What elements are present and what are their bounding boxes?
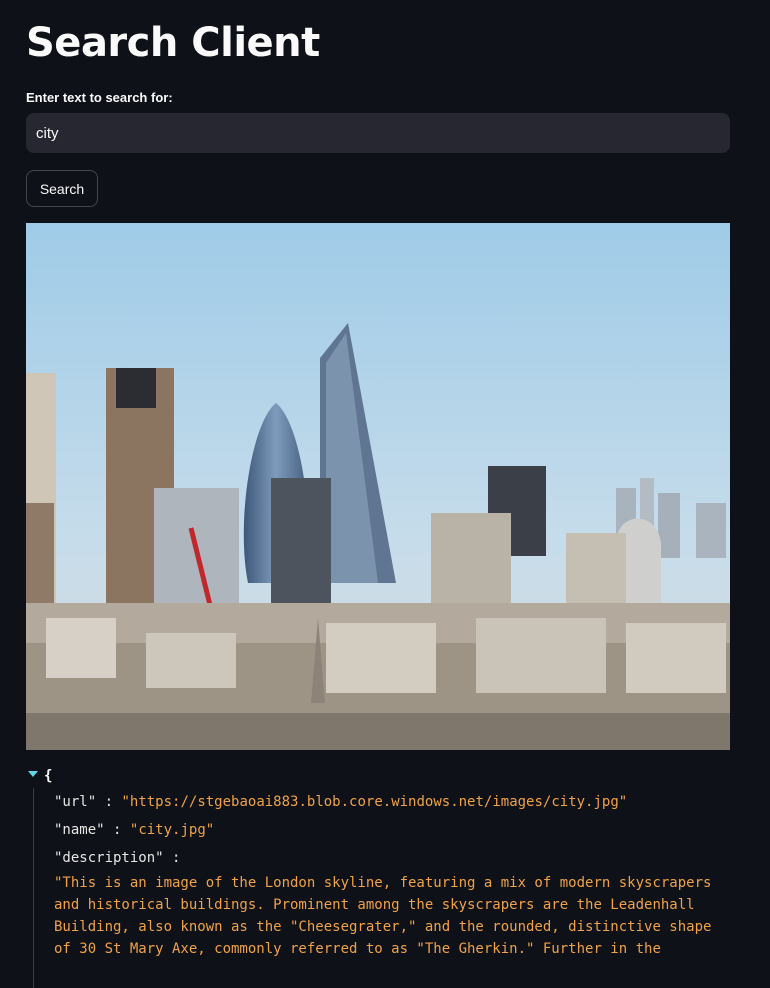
json-value-description: "This is an image of the London skyline,… <box>54 875 712 957</box>
json-row-description: "description" : <box>54 850 180 866</box>
result-image <box>26 223 730 750</box>
json-key-name: "name" <box>54 822 105 838</box>
json-value-name: "city.jpg" <box>129 822 215 838</box>
search-label: Enter text to search for: <box>26 90 173 105</box>
json-key-url: "url" <box>54 794 97 810</box>
json-row-url: "url" : "https://stgebaoai883.blob.core.… <box>54 794 627 810</box>
json-colon: : <box>172 850 181 866</box>
json-indent-guide <box>33 788 34 988</box>
json-value-url: "https://stgebaoai883.blob.core.windows.… <box>121 794 628 810</box>
json-open-brace: { <box>44 768 53 784</box>
city-skyline-image <box>26 223 730 750</box>
json-colon: : <box>104 794 114 810</box>
collapse-caret-icon[interactable] <box>28 771 38 777</box>
json-colon: : <box>113 822 122 838</box>
search-input[interactable] <box>26 113 730 153</box>
json-row-name: "name" : "city.jpg" <box>54 822 214 838</box>
json-key-description: "description" <box>54 850 164 866</box>
page-title: Search Client <box>26 20 320 66</box>
search-button[interactable]: Search <box>26 170 98 207</box>
